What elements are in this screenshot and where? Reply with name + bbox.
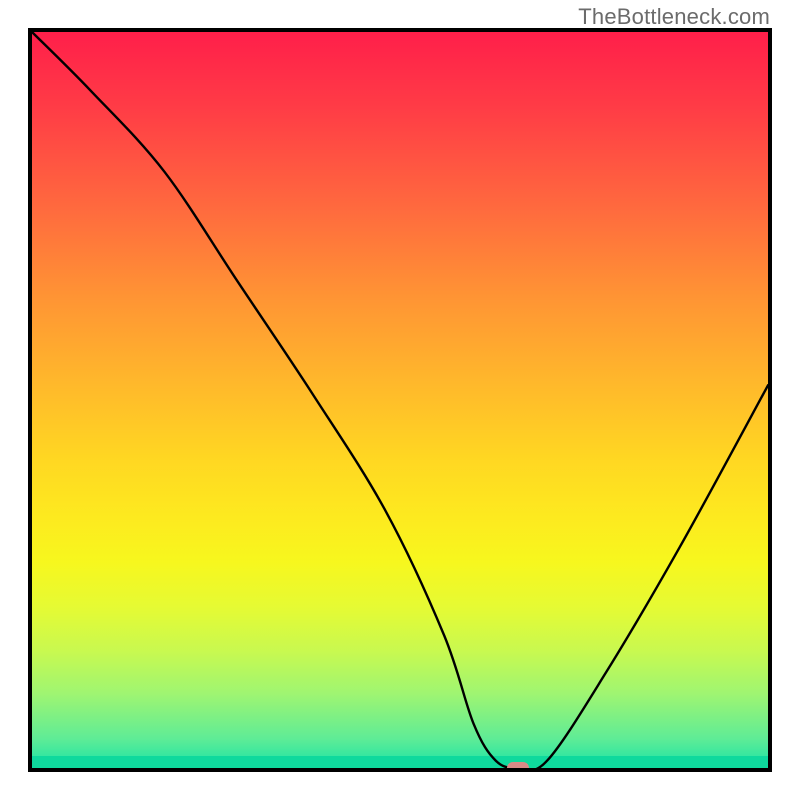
chart-frame [28, 28, 772, 772]
curve-path [32, 32, 768, 768]
minimum-marker [507, 762, 529, 772]
bottleneck-curve [32, 32, 768, 768]
watermark-text: TheBottleneck.com [578, 4, 770, 30]
